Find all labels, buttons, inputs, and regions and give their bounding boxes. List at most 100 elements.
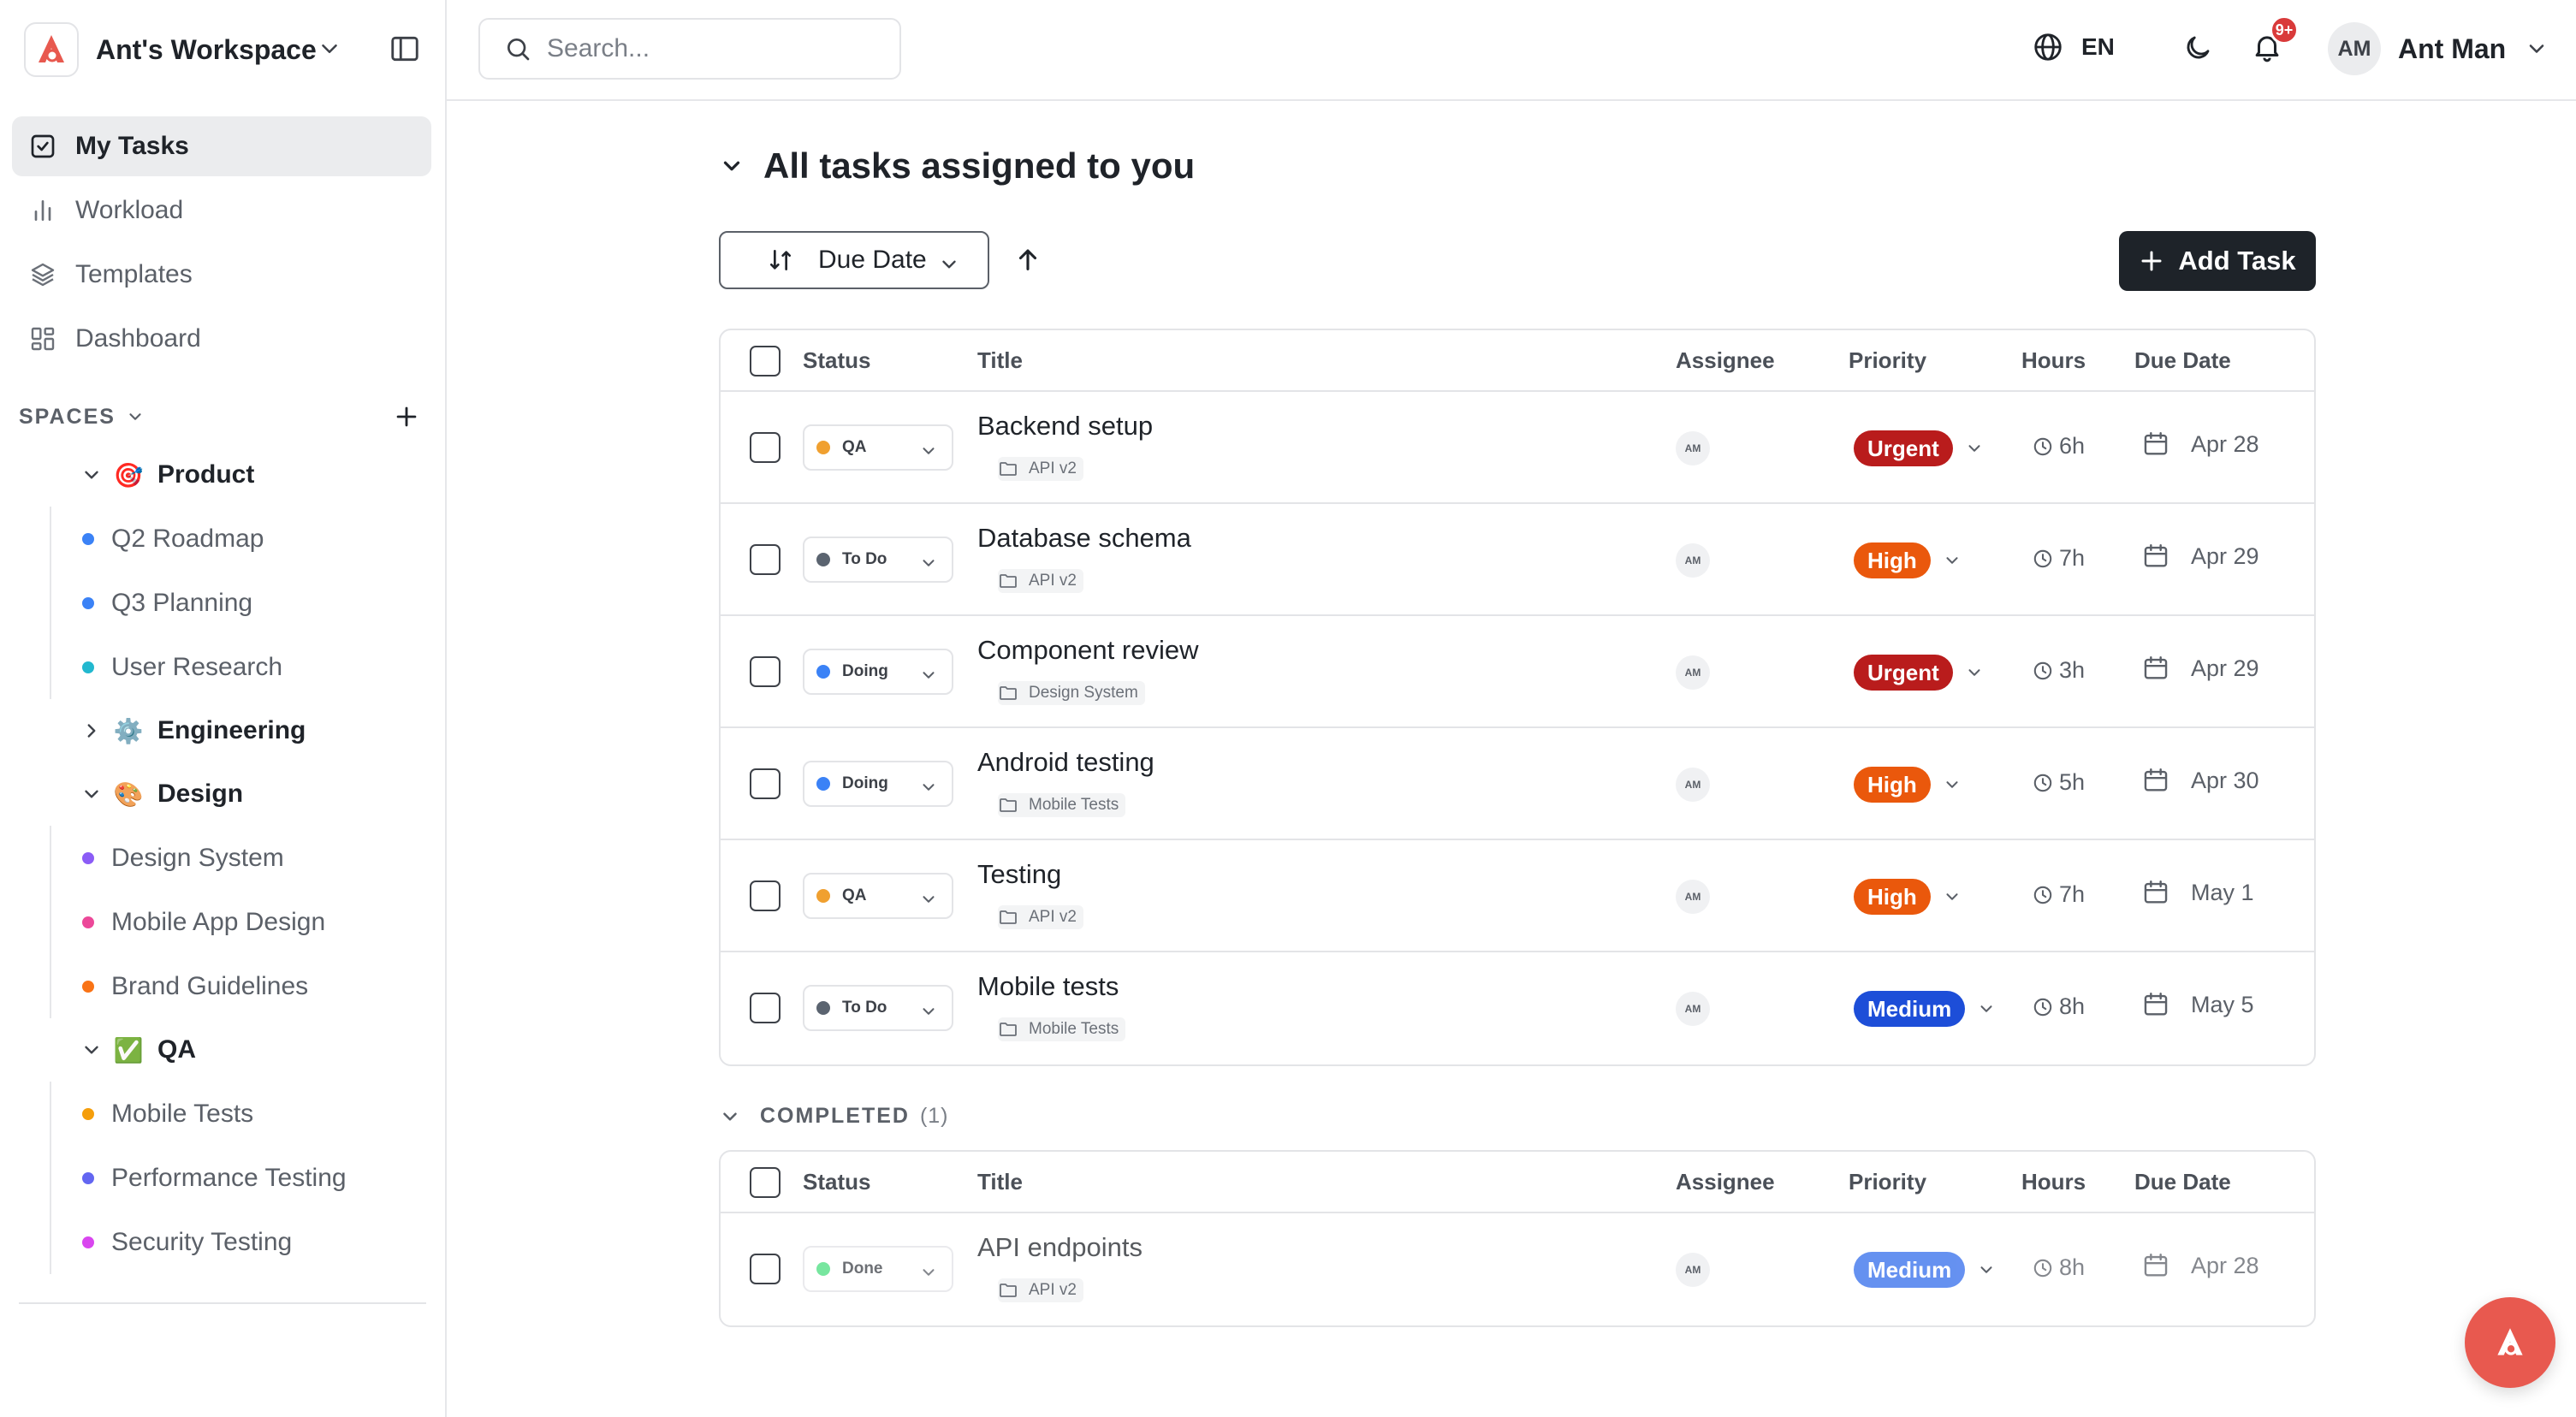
status-dropdown[interactable]: Done <box>803 1246 953 1292</box>
task-title[interactable]: API endpoints <box>977 1232 1143 1263</box>
table-row[interactable]: To Do Database schema API v2 AM High 7h Apr 29 <box>721 504 2314 616</box>
assignee-avatar[interactable]: AM <box>1676 543 1710 578</box>
select-all-checkbox[interactable] <box>750 1167 781 1198</box>
space-product[interactable]: 🎯 Product <box>0 443 447 507</box>
nav-item-templates[interactable]: Templates <box>12 245 431 305</box>
chevron-down-icon[interactable] <box>80 1039 103 1061</box>
status-dropdown[interactable]: To Do <box>803 537 953 583</box>
add-task-button[interactable]: Add Task <box>2119 231 2316 291</box>
column-hours[interactable]: Hours <box>2021 347 2086 374</box>
task-title[interactable]: Database schema <box>977 523 1191 554</box>
project-item[interactable]: Brand Guidelines <box>51 954 447 1018</box>
status-dropdown[interactable]: QA <box>803 424 953 471</box>
task-title[interactable]: Mobile tests <box>977 971 1119 1002</box>
task-hours[interactable]: 8h <box>2032 993 2085 1020</box>
table-row[interactable]: QA Backend setup API v2 AM Urgent 6h Apr 28 <box>721 392 2314 504</box>
assignee-avatar[interactable]: AM <box>1676 768 1710 802</box>
chevron-down-icon[interactable] <box>80 464 103 486</box>
task-due-date[interactable]: Apr 29 <box>2141 542 2259 571</box>
row-checkbox[interactable] <box>750 1254 781 1284</box>
sidebar-toggle-icon[interactable] <box>389 33 421 65</box>
row-checkbox[interactable] <box>750 544 781 575</box>
task-due-date[interactable]: May 5 <box>2141 990 2254 1019</box>
project-item[interactable]: Performance Testing <box>51 1146 447 1210</box>
chevron-down-icon[interactable] <box>719 153 745 179</box>
project-item[interactable]: Mobile Tests <box>51 1082 447 1146</box>
priority-dropdown[interactable]: Medium <box>1854 991 1996 1027</box>
column-assignee[interactable]: Assignee <box>1676 1169 1775 1195</box>
task-hours[interactable]: 3h <box>2032 657 2085 684</box>
nav-item-workload[interactable]: Workload <box>12 181 431 240</box>
row-checkbox[interactable] <box>750 880 781 911</box>
search-box[interactable] <box>478 18 901 80</box>
task-due-date[interactable]: Apr 28 <box>2141 430 2259 459</box>
select-all-checkbox[interactable] <box>750 346 781 376</box>
task-title[interactable]: Testing <box>977 859 1061 890</box>
table-row[interactable]: Done API endpoints API v2 AM Medium 8h Apr 28 <box>721 1213 2314 1325</box>
assignee-avatar[interactable]: AM <box>1676 431 1710 465</box>
status-dropdown[interactable]: QA <box>803 873 953 919</box>
column-priority[interactable]: Priority <box>1849 347 1926 374</box>
priority-dropdown[interactable]: Urgent <box>1854 430 1984 466</box>
status-dropdown[interactable]: Doing <box>803 649 953 695</box>
column-status[interactable]: Status <box>803 1169 870 1195</box>
assignee-avatar[interactable]: AM <box>1676 655 1710 690</box>
task-title[interactable]: Android testing <box>977 747 1154 778</box>
task-hours[interactable]: 7h <box>2032 881 2085 908</box>
space-qa[interactable]: ✅ QA <box>0 1018 447 1082</box>
project-item[interactable]: Security Testing <box>51 1210 447 1274</box>
row-checkbox[interactable] <box>750 993 781 1023</box>
chevron-down-icon[interactable] <box>126 407 145 426</box>
workspace-switcher[interactable]: Ant's Workspace <box>24 21 426 79</box>
column-priority[interactable]: Priority <box>1849 1169 1926 1195</box>
task-project[interactable]: API v2 <box>988 905 1083 929</box>
table-row[interactable]: To Do Mobile tests Mobile Tests AM Medium 8h M… <box>721 952 2314 1064</box>
project-item[interactable]: Q2 Roadmap <box>51 507 447 571</box>
chevron-down-icon[interactable] <box>719 1106 741 1128</box>
task-hours[interactable]: 8h <box>2032 1254 2085 1281</box>
moon-icon[interactable] <box>2182 33 2213 63</box>
row-checkbox[interactable] <box>750 656 781 687</box>
task-project[interactable]: API v2 <box>988 569 1083 593</box>
search-input[interactable] <box>547 34 872 63</box>
column-title[interactable]: Title <box>977 1169 1023 1195</box>
task-project[interactable]: Mobile Tests <box>988 793 1126 817</box>
space-engineering[interactable]: ⚙️ Engineering <box>0 699 447 762</box>
language-switcher[interactable]: EN <box>2032 31 2115 63</box>
column-title[interactable]: Title <box>977 347 1023 374</box>
priority-dropdown[interactable]: Medium <box>1854 1252 1996 1288</box>
priority-dropdown[interactable]: High <box>1854 542 1962 578</box>
row-checkbox[interactable] <box>750 768 781 799</box>
column-due-date[interactable]: Due Date <box>2134 347 2231 374</box>
task-due-date[interactable]: May 1 <box>2141 878 2254 907</box>
priority-dropdown[interactable]: High <box>1854 879 1962 915</box>
status-dropdown[interactable]: Doing <box>803 761 953 807</box>
user-menu[interactable]: AM Ant Man <box>2328 22 2549 75</box>
project-item[interactable]: Design System <box>51 826 447 890</box>
row-checkbox[interactable] <box>750 432 781 463</box>
assignee-avatar[interactable]: AM <box>1676 880 1710 914</box>
task-due-date[interactable]: Apr 29 <box>2141 654 2259 683</box>
project-item[interactable]: Mobile App Design <box>51 890 447 954</box>
task-title[interactable]: Component review <box>977 635 1198 666</box>
table-row[interactable]: Doing Component review Design System AM Urge… <box>721 616 2314 728</box>
assignee-avatar[interactable]: AM <box>1676 992 1710 1026</box>
task-hours[interactable]: 6h <box>2032 433 2085 459</box>
priority-dropdown[interactable]: Urgent <box>1854 655 1984 691</box>
arrow-up-icon[interactable] <box>1013 245 1042 274</box>
column-assignee[interactable]: Assignee <box>1676 347 1775 374</box>
project-item[interactable]: User Research <box>51 635 447 699</box>
space-design[interactable]: 🎨 Design <box>0 762 447 826</box>
chevron-down-icon[interactable] <box>80 783 103 805</box>
task-hours[interactable]: 5h <box>2032 769 2085 796</box>
nav-item-my-tasks[interactable]: My Tasks <box>12 116 431 176</box>
column-due-date[interactable]: Due Date <box>2134 1169 2231 1195</box>
column-hours[interactable]: Hours <box>2021 1169 2086 1195</box>
add-space-icon[interactable] <box>392 402 421 431</box>
task-hours[interactable]: 7h <box>2032 545 2085 572</box>
task-project[interactable]: Design System <box>988 681 1145 705</box>
section-header[interactable]: All tasks assigned to you <box>719 145 1195 187</box>
task-project[interactable]: Mobile Tests <box>988 1017 1126 1041</box>
task-title[interactable]: Backend setup <box>977 411 1153 442</box>
assignee-avatar[interactable]: AM <box>1676 1253 1710 1287</box>
